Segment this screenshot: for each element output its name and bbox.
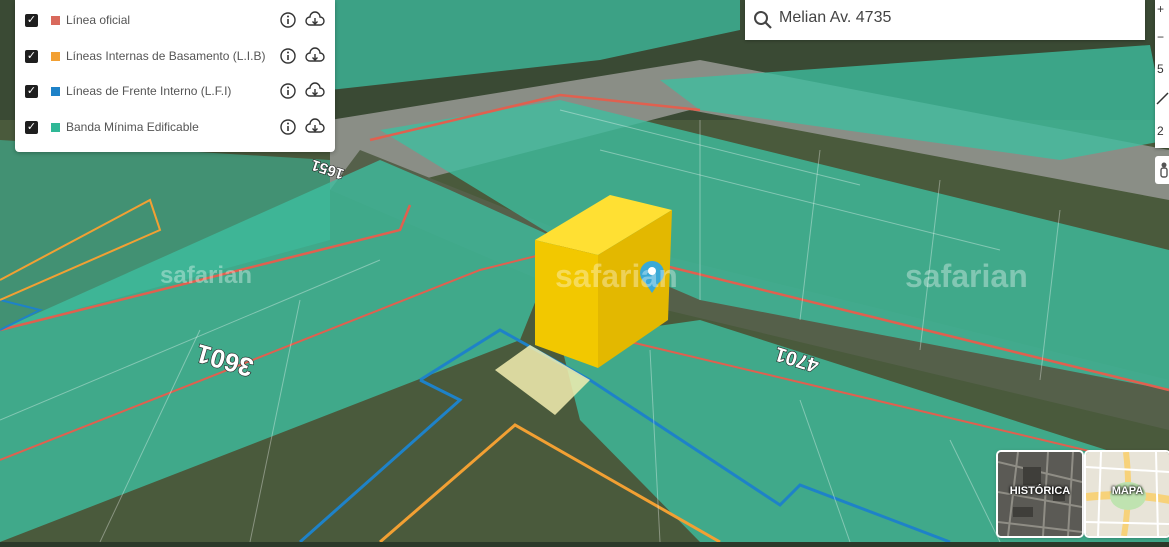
cloud-download-icon[interactable]: [305, 118, 325, 136]
layer-row-lfi: ✓ Líneas de Frente Interno (L.F.I): [15, 79, 335, 103]
cloud-download-icon[interactable]: [305, 82, 325, 100]
layer-row-banda: ✓ Banda Mínima Edificable: [15, 115, 335, 139]
layer-label: Líneas Internas de Basamento (L.I.B): [66, 49, 266, 63]
basemap-historica-button[interactable]: HISTÓRICA: [998, 452, 1082, 536]
layer-checkbox[interactable]: ✓: [25, 84, 38, 98]
watermark: safarian: [905, 258, 1028, 294]
search-bar[interactable]: Melian Av. 4735: [745, 0, 1145, 40]
zoom-in-button[interactable]: +: [1157, 2, 1169, 16]
layer-label: Líneas de Frente Interno (L.F.I): [66, 84, 232, 98]
layer-color-swatch: [51, 86, 60, 96]
layer-checkbox[interactable]: ✓: [25, 49, 38, 63]
layer-label: Línea oficial: [66, 13, 131, 27]
info-icon[interactable]: [279, 82, 297, 100]
layer-color-swatch: [51, 122, 60, 132]
layer-panel: ✓ Línea oficial ✓ Líneas Internas de Bas…: [15, 0, 335, 152]
info-icon[interactable]: [279, 11, 297, 29]
pegman-button[interactable]: [1155, 156, 1169, 184]
search-input[interactable]: Melian Av. 4735: [779, 9, 891, 27]
info-icon[interactable]: [279, 118, 297, 136]
watermark: safarian: [160, 262, 253, 289]
zoom-level: 5: [1157, 62, 1164, 76]
cloud-download-icon[interactable]: [305, 11, 325, 29]
cloud-download-icon[interactable]: [305, 47, 325, 65]
map-controls: + − 5 2: [1155, 0, 1169, 148]
layer-checkbox[interactable]: ✓: [25, 13, 38, 27]
layer-color-swatch: [51, 15, 60, 25]
layer-color-swatch: [51, 51, 60, 61]
basemap-mapa-button[interactable]: MAPA: [1086, 452, 1169, 536]
layer-label: Banda Mínima Edificable: [66, 120, 199, 134]
pitch-level: 2: [1157, 124, 1164, 138]
layer-row-linea-oficial: ✓ Línea oficial: [15, 8, 335, 32]
person-icon: [1160, 162, 1168, 178]
layer-row-lib: ✓ Líneas Internas de Basamento (L.I.B): [15, 44, 335, 68]
info-icon[interactable]: [279, 47, 297, 65]
layer-checkbox[interactable]: ✓: [25, 120, 38, 134]
tilt-icon[interactable]: [1156, 92, 1169, 105]
watermark: safarian: [555, 258, 678, 294]
zoom-out-button[interactable]: −: [1157, 30, 1169, 44]
search-icon[interactable]: [753, 10, 773, 30]
basemap-label: MAPA: [1111, 485, 1144, 497]
basemap-label: HISTÓRICA: [1009, 485, 1071, 497]
